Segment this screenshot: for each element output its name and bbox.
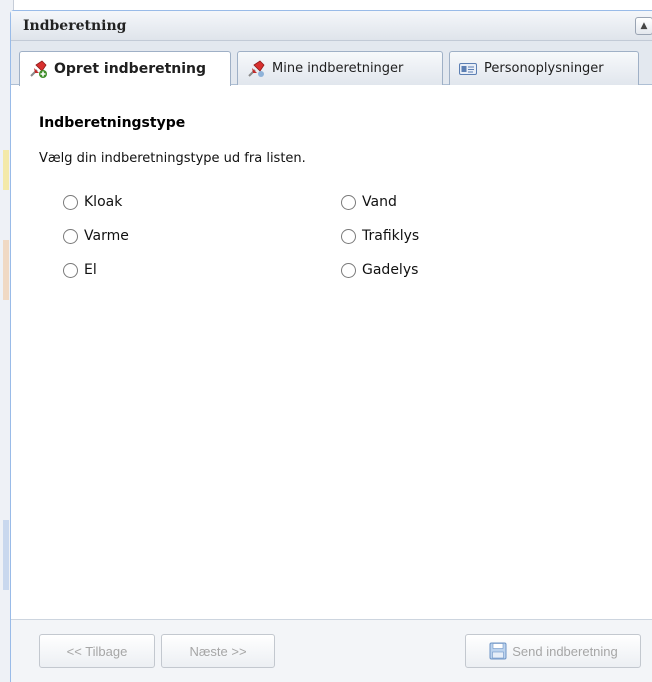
tab-label: Personoplysninger	[484, 61, 604, 76]
pushpin-icon	[28, 59, 48, 79]
tab-bar: Opret indberetning Mine indberetninger P…	[11, 41, 652, 86]
option-gadelys[interactable]: Gadelys	[341, 262, 418, 278]
report-type-options: Kloak Vand Varme Trafiklys El Gadelys	[39, 194, 635, 304]
tab-content: Indberetningstype Vælg din indberetnings…	[11, 85, 652, 615]
section-title: Indberetningstype	[39, 115, 186, 131]
option-label: Varme	[84, 228, 129, 244]
radio-button[interactable]	[341, 262, 356, 278]
instruction-text: Vælg din indberetningstype ud fra listen…	[39, 151, 306, 166]
radio-button[interactable]	[63, 228, 78, 244]
option-trafiklys[interactable]: Trafiklys	[341, 228, 419, 244]
next-button[interactable]: Næste >>	[161, 634, 275, 668]
option-label: Kloak	[84, 194, 123, 210]
option-label: Gadelys	[362, 262, 419, 278]
id-card-icon	[458, 59, 478, 79]
tab-label: Opret indberetning	[54, 61, 207, 77]
back-button[interactable]: << Tilbage	[39, 634, 155, 668]
tab-label: Mine indberetninger	[272, 61, 404, 76]
radio-button[interactable]	[341, 228, 356, 244]
tab-personoplysninger[interactable]: Personoplysninger	[449, 51, 639, 85]
panel-title: Indberetning	[23, 17, 127, 34]
send-button-label: Send indberetning	[512, 643, 618, 659]
option-label: Vand	[362, 194, 397, 210]
tab-mine-indberetninger[interactable]: Mine indberetninger	[237, 51, 443, 85]
option-varme[interactable]: Varme	[63, 228, 129, 244]
report-panel: Indberetning ▲ Opret indberetning Mine i…	[10, 10, 652, 682]
option-label: Trafiklys	[362, 228, 420, 244]
option-vand[interactable]: Vand	[341, 194, 397, 210]
option-label: El	[84, 262, 97, 278]
collapse-button[interactable]: ▲	[635, 17, 652, 35]
send-button[interactable]: Send indberetning	[465, 634, 641, 668]
radio-button[interactable]	[341, 194, 356, 210]
option-kloak[interactable]: Kloak	[63, 194, 122, 210]
radio-button[interactable]	[63, 194, 78, 210]
option-el[interactable]: El	[63, 262, 97, 278]
pushpin-icon	[246, 59, 266, 79]
panel-header: Indberetning ▲	[11, 11, 652, 41]
floppy-disk-icon	[488, 641, 508, 661]
radio-button[interactable]	[63, 262, 78, 278]
footer-toolbar: << Tilbage Næste >> Send indberetning	[11, 619, 652, 682]
tab-opret-indberetning[interactable]: Opret indberetning	[19, 51, 231, 86]
